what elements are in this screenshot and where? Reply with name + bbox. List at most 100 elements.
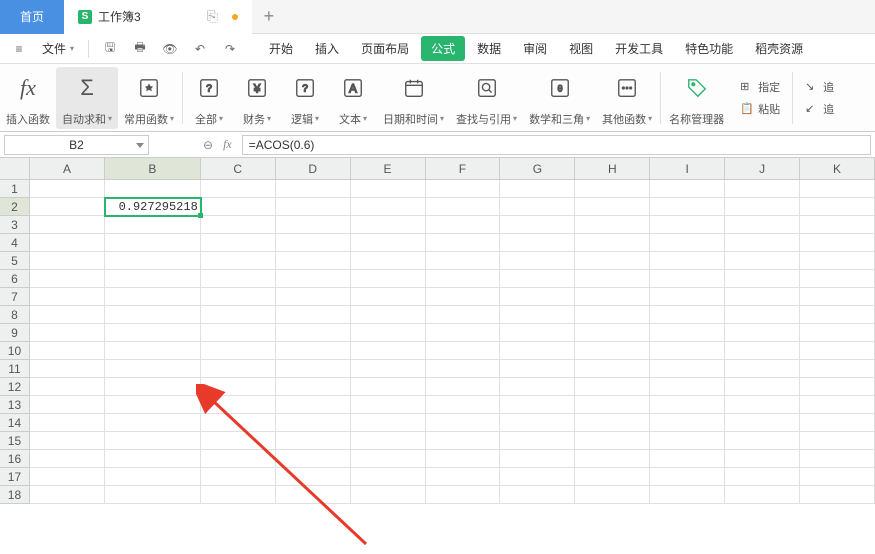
name-box[interactable]: B2 [4, 135, 149, 155]
cell[interactable] [575, 414, 650, 432]
cell[interactable] [800, 180, 875, 198]
save-icon[interactable]: 🖫 [97, 37, 123, 61]
cell[interactable] [650, 180, 725, 198]
cell[interactable] [426, 450, 501, 468]
cell[interactable] [201, 180, 276, 198]
redo-icon[interactable]: ↷ [217, 37, 243, 61]
cell[interactable] [105, 234, 201, 252]
col-header-J[interactable]: J [725, 158, 800, 180]
menu-rice[interactable]: 稻壳资源 [745, 36, 813, 61]
cell[interactable] [201, 306, 276, 324]
cell[interactable] [575, 378, 650, 396]
insert-function-button[interactable]: fx 插入函数 [0, 67, 56, 129]
cell[interactable] [800, 270, 875, 288]
tab-menu-icon[interactable]: ⎘ [207, 8, 218, 25]
row-header[interactable]: 12 [0, 378, 30, 396]
cell[interactable] [276, 198, 351, 216]
row-header[interactable]: 10 [0, 342, 30, 360]
cell[interactable] [30, 270, 105, 288]
menu-layout[interactable]: 页面布局 [351, 36, 419, 61]
cell[interactable] [351, 216, 426, 234]
row-header[interactable]: 8 [0, 306, 30, 324]
row-header[interactable]: 1 [0, 180, 30, 198]
paste-button[interactable]: 📋粘贴 [736, 99, 784, 119]
cell[interactable] [650, 450, 725, 468]
cell[interactable] [351, 288, 426, 306]
cell[interactable] [276, 306, 351, 324]
cell[interactable] [650, 306, 725, 324]
cell[interactable] [500, 450, 575, 468]
cell[interactable] [30, 198, 105, 216]
cell[interactable] [650, 468, 725, 486]
cell[interactable] [800, 324, 875, 342]
cell[interactable] [575, 468, 650, 486]
cell[interactable] [575, 324, 650, 342]
cell[interactable] [725, 306, 800, 324]
name-manager-button[interactable]: 名称管理器 [663, 67, 730, 129]
select-all-corner[interactable] [0, 158, 30, 180]
file-menu[interactable]: 文件▾ [36, 37, 80, 61]
row-header[interactable]: 2 [0, 198, 30, 216]
cell[interactable] [105, 180, 201, 198]
cell[interactable] [800, 342, 875, 360]
cell[interactable] [575, 216, 650, 234]
cell[interactable] [500, 306, 575, 324]
col-header-B[interactable]: B [105, 158, 201, 180]
cell[interactable] [650, 234, 725, 252]
menu-feature[interactable]: 特色功能 [675, 36, 743, 61]
cell[interactable] [500, 198, 575, 216]
cell[interactable] [201, 252, 276, 270]
cell[interactable] [351, 198, 426, 216]
cell[interactable] [500, 234, 575, 252]
cancel-fx-icon[interactable]: ⊖ [203, 138, 213, 152]
menu-insert[interactable]: 插入 [305, 36, 349, 61]
cell[interactable] [276, 342, 351, 360]
cell[interactable] [650, 342, 725, 360]
text-fn-button[interactable]: A 文本▾ [329, 67, 377, 129]
cell[interactable] [276, 180, 351, 198]
cell[interactable] [500, 414, 575, 432]
cell[interactable] [800, 378, 875, 396]
cell[interactable] [725, 432, 800, 450]
row-header[interactable]: 6 [0, 270, 30, 288]
cell[interactable]: 0.927295218 [105, 198, 201, 216]
cell[interactable] [30, 252, 105, 270]
cell[interactable] [30, 180, 105, 198]
cell[interactable] [725, 342, 800, 360]
cell[interactable] [426, 342, 501, 360]
cell[interactable] [426, 486, 501, 504]
cell[interactable] [426, 216, 501, 234]
cell[interactable] [426, 288, 501, 306]
row-header[interactable]: 17 [0, 468, 30, 486]
row-header[interactable]: 16 [0, 450, 30, 468]
datetime-button[interactable]: 日期和时间▾ [377, 67, 450, 129]
tab-home[interactable]: 首页 [0, 0, 64, 34]
cell[interactable] [105, 450, 201, 468]
cell[interactable] [500, 378, 575, 396]
cell[interactable] [105, 432, 201, 450]
cell[interactable] [201, 288, 276, 306]
formula-input[interactable]: =ACOS(0.6) [242, 135, 871, 155]
cell[interactable] [725, 216, 800, 234]
assign-button[interactable]: ⊞指定 [736, 77, 784, 97]
print-icon[interactable]: 🖶 [127, 37, 153, 61]
cell[interactable] [105, 396, 201, 414]
cell[interactable] [575, 270, 650, 288]
cell[interactable] [650, 324, 725, 342]
col-header-F[interactable]: F [426, 158, 501, 180]
cell[interactable] [105, 288, 201, 306]
cell[interactable] [426, 324, 501, 342]
cell[interactable] [351, 324, 426, 342]
cell[interactable] [650, 216, 725, 234]
cell[interactable] [351, 306, 426, 324]
cell[interactable] [105, 360, 201, 378]
col-header-A[interactable]: A [30, 158, 105, 180]
cell[interactable] [276, 288, 351, 306]
cell[interactable] [426, 378, 501, 396]
cell[interactable] [105, 324, 201, 342]
row-header[interactable]: 13 [0, 396, 30, 414]
cell[interactable] [725, 198, 800, 216]
menu-data[interactable]: 数据 [467, 36, 511, 61]
cell[interactable] [426, 414, 501, 432]
row-header[interactable]: 15 [0, 432, 30, 450]
